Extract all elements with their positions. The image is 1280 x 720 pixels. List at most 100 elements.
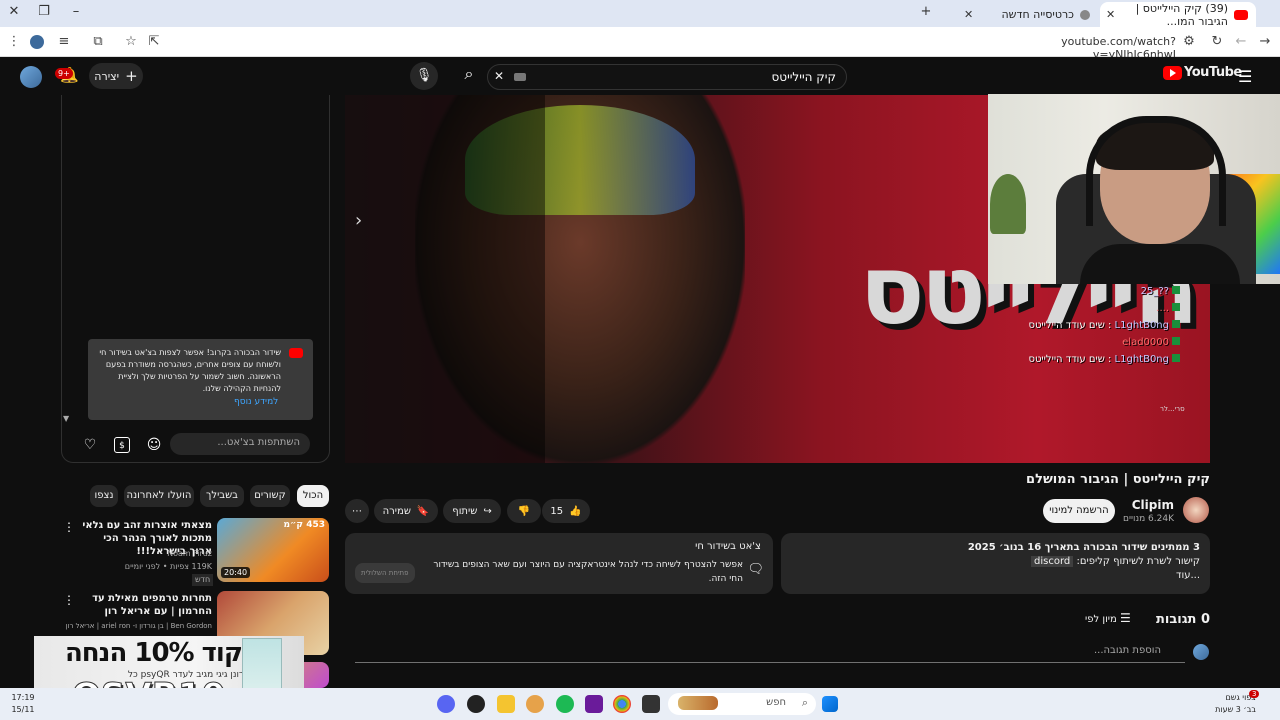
terminal-icon[interactable] — [642, 695, 660, 713]
new-badge: חדש — [192, 574, 214, 586]
new-tab-icon[interactable]: + — [916, 4, 936, 19]
show-more[interactable]: ...עוד — [791, 569, 1200, 583]
nextdns-icon[interactable] — [585, 695, 603, 713]
more-vertical-icon[interactable]: ⋮ — [63, 520, 75, 534]
windows-taskbar: 17:19 15/11 חפש ⌕ צפוי גשם בב׳ 3 שעות 3 — [0, 688, 1280, 720]
overlay-chat-line: L1ghtB0ng : שים עודד היילייטס — [1018, 351, 1180, 368]
commenter-avatar — [1193, 644, 1209, 660]
youtube-header: 🔔 + יצירה 🎙 ⌕ ✕ קיק היילייטס YouTube ☰ — [0, 57, 1280, 95]
logo-text: YouTube — [1184, 65, 1242, 80]
sort-icon: ☰ — [1120, 611, 1131, 625]
extensions-icon[interactable]: ⧉ — [90, 34, 106, 49]
streamer-webcam — [988, 94, 1280, 284]
ad-headline: קוד 10% הנחה — [64, 638, 243, 668]
more-vertical-icon[interactable]: ⋮ — [63, 593, 75, 607]
chat-input[interactable]: השתתפות בצ'אט... — [170, 433, 310, 455]
filter-chip-all[interactable]: הכול — [297, 485, 329, 507]
profile-avatar-icon[interactable] — [30, 35, 44, 49]
forward-icon[interactable]: ← — [1233, 34, 1249, 49]
app-icon[interactable] — [526, 695, 544, 713]
share-button[interactable]: ↪ שיתוף — [443, 499, 501, 523]
install-app-icon[interactable]: ⇱ — [146, 34, 162, 49]
like-count: 15 — [550, 505, 564, 517]
search-input[interactable]: ✕ קיק היילייטס — [487, 64, 847, 90]
youtube-icon — [289, 348, 303, 358]
weather-widget[interactable]: צפוי גשם בב׳ 3 שעות — [1196, 692, 1256, 716]
create-button[interactable]: + יצירה — [89, 63, 143, 89]
tab-youtube[interactable]: (39) קיק היילייטס | הגיבור המו... ✕ — [1100, 2, 1256, 28]
stream-label: סרי...לר — [1160, 405, 1185, 413]
rec-channel[interactable]: Noam Firuz — [80, 548, 212, 560]
sort-comments-button[interactable]: ☰ מיון לפי — [1085, 611, 1131, 625]
weather-badge: 3 — [1249, 690, 1260, 698]
emoji-icon[interactable]: ☺ — [146, 437, 162, 453]
filter-chip-watched[interactable]: נצפו — [90, 485, 118, 507]
reading-list-icon[interactable]: ≡ — [56, 34, 72, 49]
description-meta: 3 ממתינים שידור הבכורה בתאריך 16 בנוב׳ 2… — [967, 542, 1200, 553]
more-actions-button[interactable]: ⋯ — [345, 499, 369, 523]
menu-kebab-icon[interactable]: ⋮ — [6, 34, 22, 49]
next-arrow-icon[interactable]: › — [355, 210, 362, 231]
like-button[interactable]: 👍 15 — [542, 499, 590, 523]
site-settings-icon[interactable]: ⚙ — [1181, 34, 1197, 49]
live-chat-card: צ'אט בשידור חי אפשר להצטרף לשיחה כדי לנה… — [345, 533, 773, 594]
taskbar-search[interactable]: חפש ⌕ — [668, 693, 816, 715]
super-chat-icon[interactable]: $ — [114, 437, 130, 453]
voice-search-mic-icon[interactable]: 🎙 — [410, 62, 438, 90]
tab-title: כרטיסייה חדשה — [1001, 8, 1074, 21]
media-player-icon[interactable] — [467, 695, 485, 713]
rec-channel[interactable]: Ben Gordon | בן גורדון ו- ariel ron | אר… — [60, 620, 212, 632]
restore-window-icon[interactable]: ❐ — [34, 4, 54, 19]
channel-avatar[interactable] — [1183, 497, 1209, 523]
back-icon[interactable]: → — [1257, 34, 1273, 49]
save-button[interactable]: 🔖 שמירה — [374, 499, 438, 523]
open-chat-chip[interactable]: פתיחת השלולית — [355, 563, 415, 583]
discord-link[interactable]: discord — [1031, 556, 1074, 567]
spotify-icon[interactable] — [556, 695, 574, 713]
notifications-badge: 9+ — [55, 68, 73, 79]
windows-start-icon[interactable] — [822, 696, 838, 712]
add-comment-input[interactable]: הוספת תגובה... — [355, 643, 1185, 663]
discord-icon[interactable] — [437, 695, 455, 713]
filter-chip-for-you[interactable]: בשבילך — [200, 485, 244, 507]
account-avatar[interactable] — [20, 66, 42, 88]
overlay-chat-line: elad0000 — [1018, 334, 1180, 351]
scroll-down-icon[interactable]: ▼ — [63, 414, 69, 423]
filter-chip-recently-uploaded[interactable]: הועלו לאחרונה — [124, 485, 194, 507]
system-clock[interactable]: 17:19 15/11 — [8, 692, 38, 716]
close-tab-icon[interactable]: ✕ — [1106, 8, 1115, 21]
comments-count: 0 תגובות — [1156, 612, 1210, 627]
video-title: קיק היילייטס | הגיבור המושלם — [1026, 472, 1210, 487]
premiere-chat-notice: שידור הבכורה בקרוב! אפשר לצפות בצ'אט בשי… — [88, 339, 313, 420]
overlay-chat-line: .... — [1018, 300, 1180, 317]
hamburger-menu-icon[interactable]: ☰ — [1238, 67, 1252, 86]
description-box[interactable]: 3 ממתינים שידור הבכורה בתאריך 16 בנוב׳ 2… — [781, 533, 1210, 594]
share-label: שיתוף — [452, 505, 478, 517]
youtube-logo[interactable]: YouTube — [1163, 65, 1242, 80]
search-button[interactable]: ⌕ — [452, 64, 486, 90]
reload-icon[interactable]: ↻ — [1209, 34, 1225, 49]
thumbs-down-icon: 👎 — [517, 505, 531, 517]
thumbs-up-icon: 👍 — [569, 505, 582, 517]
live-card-heading: צ'אט בשידור חי — [695, 541, 761, 552]
learn-more-link[interactable]: למידע נוסף — [234, 397, 278, 407]
tab-new-tab[interactable]: כרטיסייה חדשה ✕ — [958, 2, 1098, 27]
close-tab-icon[interactable]: ✕ — [964, 8, 973, 21]
share-icon: ↪ — [483, 505, 492, 517]
clear-search-icon[interactable]: ✕ — [494, 69, 504, 83]
description-line: קישור לשרת לשיתוף קליפים: discord — [791, 555, 1200, 569]
bookmark-star-icon[interactable]: ☆ — [123, 34, 139, 49]
live-card-body: אפשר להצטרף לשיחה כדי לנהל אינטראקציה עם… — [433, 560, 743, 584]
rec-title[interactable]: תחרות טרמפים מאילת עד החרמון | עם אריאל … — [80, 592, 212, 618]
file-explorer-icon[interactable] — [497, 695, 515, 713]
close-window-icon[interactable]: ✕ — [4, 4, 24, 19]
search-icon: ⌕ — [801, 696, 808, 709]
heart-icon[interactable]: ♡ — [82, 437, 98, 453]
keyboard-icon[interactable] — [514, 73, 526, 81]
minimize-window-icon[interactable]: – — [66, 4, 86, 19]
rec-thumbnail[interactable]: 453 ק״מ 20:40 — [217, 518, 329, 582]
subscribe-button[interactable]: הרשמה למינוי — [1043, 499, 1115, 523]
chrome-icon[interactable] — [613, 695, 631, 713]
filter-chip-related[interactable]: קשורים — [250, 485, 290, 507]
dislike-button[interactable]: 👎 — [507, 499, 541, 523]
